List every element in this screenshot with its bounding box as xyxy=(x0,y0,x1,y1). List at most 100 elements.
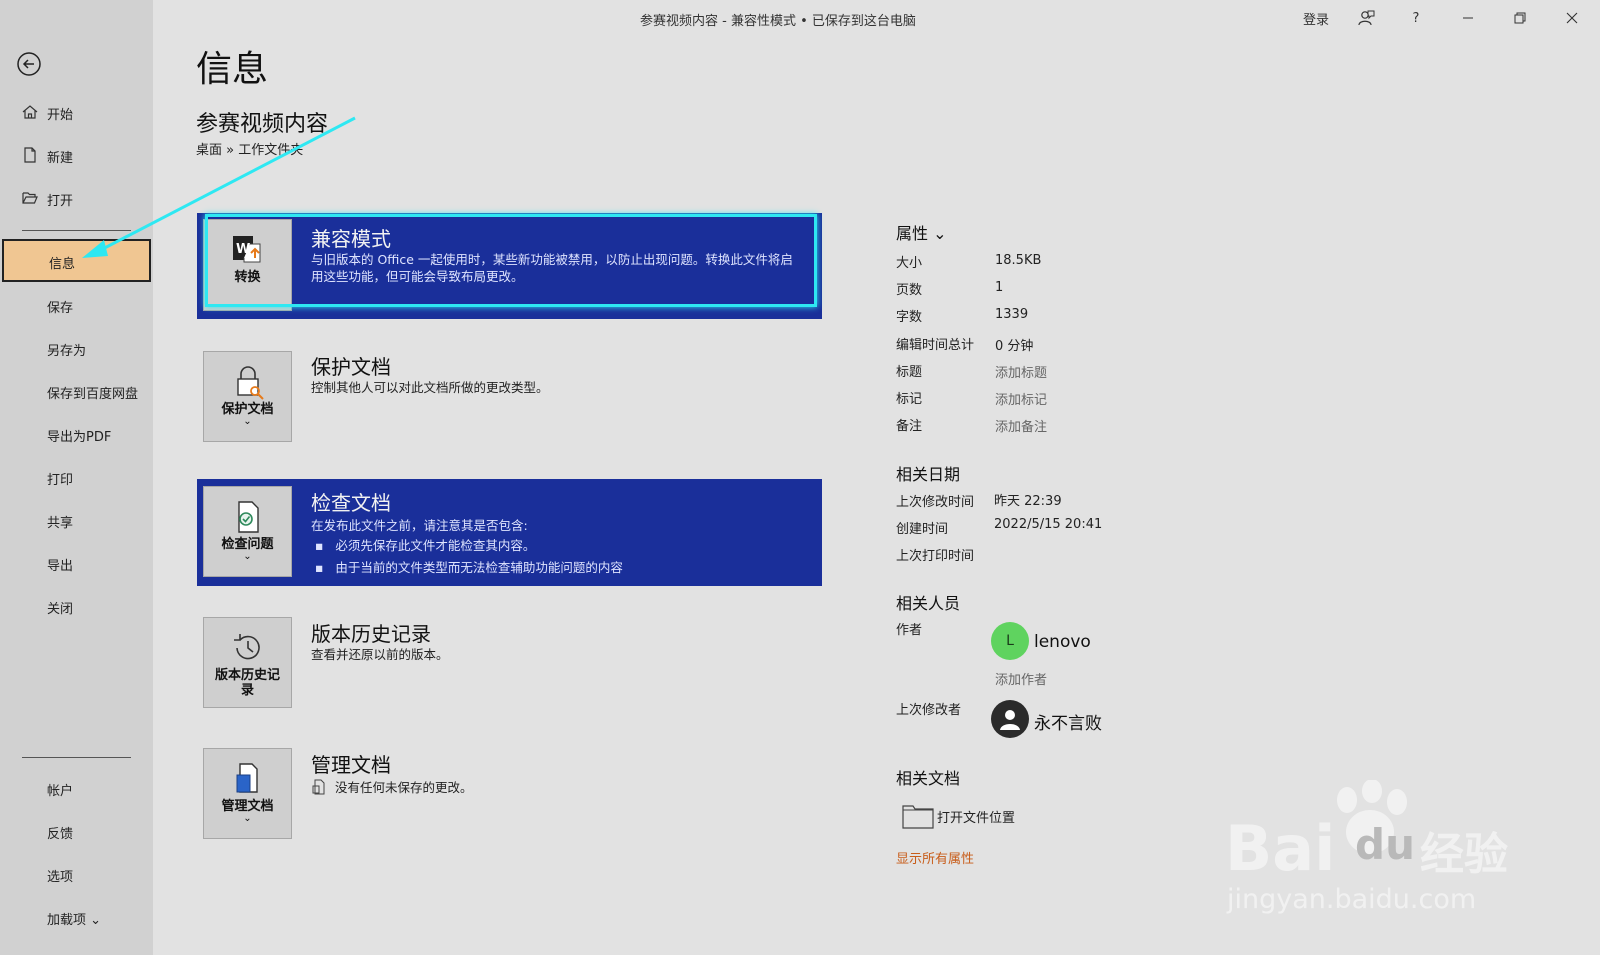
coauthor-button[interactable] xyxy=(1352,7,1380,29)
manage-document-button[interactable]: 管理文档 ⌄ xyxy=(203,748,292,839)
tile-label: 版本历史记录 xyxy=(214,668,280,698)
date-value: 2022/5/15 20:41 xyxy=(994,517,1103,532)
folder-open-icon xyxy=(22,192,38,204)
property-label: 大小 xyxy=(896,256,923,271)
sidebar-item-label: 保存 xyxy=(47,301,74,316)
sidebar-item-label: 导出 xyxy=(47,559,74,574)
sidebar-item-label: 导出为PDF xyxy=(47,430,112,445)
bullet-icon: ▪ xyxy=(315,538,324,553)
sidebar-item-label: 共享 xyxy=(47,516,74,531)
version-history-button[interactable]: 版本历史记录 xyxy=(203,617,292,708)
sidebar-item-info[interactable]: 信息 xyxy=(2,239,151,282)
card-description: 控制其他人可以对此文档所做的更改类型。 xyxy=(311,380,549,395)
watermark-brand: Bai xyxy=(1225,812,1336,885)
property-label: 页数 xyxy=(896,283,923,298)
property-label: 编辑时间总计 xyxy=(896,338,975,353)
add-tags-field[interactable]: 添加标记 xyxy=(995,389,1047,408)
close-window-button[interactable] xyxy=(1560,7,1584,29)
author-label: 作者 xyxy=(896,623,923,638)
protect-document-card: 保护文档 ⌄ 保护文档 控制其他人可以对此文档所做的更改类型。 xyxy=(197,345,822,445)
check-issues-button[interactable]: 检查问题 ⌄ xyxy=(203,486,292,577)
modifier-name[interactable]: 永不言败 xyxy=(1034,709,1102,734)
home-icon xyxy=(22,105,38,119)
help-button[interactable]: ? xyxy=(1404,7,1428,29)
open-file-location-link[interactable]: 打开文件位置 xyxy=(902,803,1015,829)
sidebar-item-label: 信息 xyxy=(49,257,76,272)
minimize-button[interactable] xyxy=(1456,7,1480,29)
sidebar-item-share[interactable]: 共享 xyxy=(0,502,153,538)
version-history-card: 版本历史记录 版本历史记录 查看并还原以前的版本。 xyxy=(197,612,822,712)
sidebar-item-save-baidu[interactable]: 保存到百度网盘 xyxy=(0,373,153,409)
sidebar-item-addins[interactable]: 加载项 ⌄ xyxy=(0,899,153,935)
modifier-avatar[interactable] xyxy=(991,700,1029,738)
card-title: 保护文档 xyxy=(311,355,391,379)
sidebar-item-label: 加载项 ⌄ xyxy=(47,913,102,928)
sidebar-item-export-pdf[interactable]: 导出为PDF xyxy=(0,416,153,452)
document-status-icon xyxy=(312,779,325,795)
sidebar-item-label: 打印 xyxy=(47,473,74,488)
card-description: 在发布此文件之前，请注意其是否包含: xyxy=(311,518,528,533)
sidebar-divider xyxy=(22,757,131,758)
sidebar-item-options[interactable]: 选项 xyxy=(0,856,153,892)
tile-label: 管理文档 xyxy=(221,799,274,814)
inspect-bullet: ▪ 必须先保存此文件才能检查其内容。 xyxy=(315,537,815,554)
properties-header[interactable]: 属性 ⌄ xyxy=(896,220,947,244)
sidebar-item-label: 选项 xyxy=(47,870,74,885)
back-button[interactable] xyxy=(16,51,42,77)
sidebar-item-account[interactable]: 帐户 xyxy=(0,770,153,806)
card-title: 管理文档 xyxy=(311,753,391,777)
property-value: 18.5KB xyxy=(995,253,1042,268)
person-icon xyxy=(1000,710,1020,730)
add-comments-field[interactable]: 添加备注 xyxy=(995,416,1047,435)
property-value: 1339 xyxy=(995,307,1029,322)
manage-status-row: 没有任何未保存的更改。 xyxy=(311,779,801,796)
related-dates-header: 相关日期 xyxy=(896,465,961,484)
login-button[interactable]: 登录 xyxy=(1300,7,1332,29)
chevron-down-icon: ⌄ xyxy=(243,416,252,427)
close-icon xyxy=(1566,12,1578,24)
tile-label: 保护文档 xyxy=(221,402,274,417)
card-title: 检查文档 xyxy=(311,491,391,515)
manage-document-icon xyxy=(236,763,258,793)
modifier-label: 上次修改者 xyxy=(896,703,962,718)
restore-button[interactable] xyxy=(1508,7,1532,29)
watermark-url: jingyan.baidu.com xyxy=(1227,884,1477,915)
chevron-down-icon: ⌄ xyxy=(243,551,252,562)
date-label: 创建时间 xyxy=(896,522,949,537)
date-label: 上次修改时间 xyxy=(896,495,975,510)
chevron-down-icon: ⌄ xyxy=(243,813,252,824)
sidebar-item-feedback[interactable]: 反馈 xyxy=(0,813,153,849)
document-title: 参赛视频内容 xyxy=(196,112,329,137)
sidebar-item-close[interactable]: 关闭 xyxy=(0,588,153,624)
show-all-properties-link[interactable]: 显示所有属性 xyxy=(896,848,974,867)
author-avatar[interactable]: L xyxy=(991,622,1029,660)
sidebar-item-print[interactable]: 打印 xyxy=(0,459,153,495)
sidebar-item-save[interactable]: 保存 xyxy=(0,287,153,323)
sidebar-item-new[interactable]: 新建 xyxy=(0,137,153,173)
breadcrumb[interactable]: 桌面 » 工作文件夹 xyxy=(196,139,303,158)
sidebar-item-export[interactable]: 导出 xyxy=(0,545,153,581)
watermark-cn: 经验 xyxy=(1420,829,1508,880)
manage-document-card: 管理文档 ⌄ 管理文档 没有任何未保存的更改。 xyxy=(197,743,822,843)
protect-document-button[interactable]: 保护文档 ⌄ xyxy=(203,351,292,442)
bullet-text: 由于当前的文件类型而无法检查辅助功能问题的内容 xyxy=(335,560,623,575)
sidebar-item-label: 另存为 xyxy=(47,344,87,359)
sidebar-divider xyxy=(22,230,131,231)
sidebar-item-open[interactable]: 打开 xyxy=(0,180,153,216)
add-title-field[interactable]: 添加标题 xyxy=(995,362,1047,381)
back-arrow-icon xyxy=(17,52,41,76)
bullet-text: 必须先保存此文件才能检查其内容。 xyxy=(335,538,536,553)
watermark-brand-du: du xyxy=(1355,820,1415,869)
property-label: 字数 xyxy=(896,310,923,325)
author-name[interactable]: lenovo xyxy=(1034,632,1091,652)
sidebar-item-label: 帐户 xyxy=(47,784,74,799)
share-person-icon xyxy=(1358,10,1375,26)
sidebar-item-home[interactable]: 开始 xyxy=(0,94,153,130)
card-description: 没有任何未保存的更改。 xyxy=(334,780,473,795)
inspect-document-icon xyxy=(237,501,259,533)
minimize-icon xyxy=(1463,17,1473,19)
sidebar-item-save-as[interactable]: 另存为 xyxy=(0,330,153,366)
add-author-link[interactable]: 添加作者 xyxy=(995,669,1047,688)
sidebar-item-label: 开始 xyxy=(47,108,74,123)
date-value: 昨天 22:39 xyxy=(994,494,1062,509)
